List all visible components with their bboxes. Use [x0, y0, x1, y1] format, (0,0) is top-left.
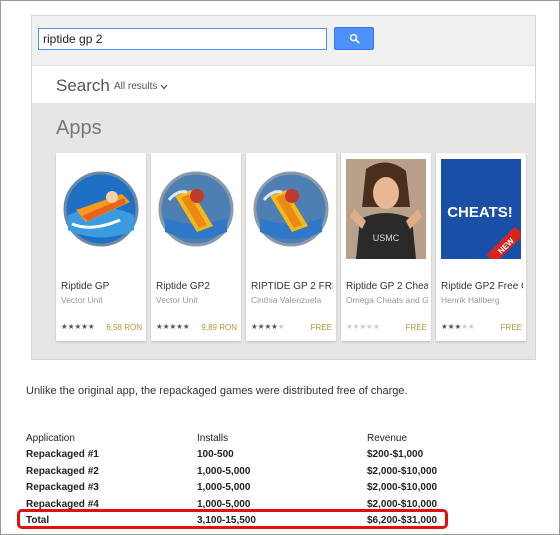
app-card-riptide-gp2-free-cheats[interactable]: CHEATS! NEW Riptide GP2 Free Cheats Henr…	[436, 153, 526, 341]
search-input[interactable]: riptide gp 2	[38, 28, 327, 50]
shirt-text: USMC	[373, 233, 400, 243]
table-cell: Repackaged #2	[26, 465, 99, 477]
app-card-riptide-gp2-cheats[interactable]: USMC Riptide GP 2 Cheats Omega Cheats an…	[341, 153, 431, 341]
table-cell: $2,000-$10,000	[367, 465, 438, 477]
app-icon-image	[61, 159, 141, 259]
apps-section: Apps Riptide GP Vector Unit ★★★★★ 6,58 R…	[32, 103, 535, 359]
all-results-dropdown[interactable]: All results	[114, 81, 168, 92]
app-icon-image	[156, 159, 236, 259]
app-price: 9,89 RON	[201, 323, 237, 332]
total-highlight-box	[17, 509, 448, 529]
rating-stars: ★★★★★	[61, 322, 95, 331]
table-cell: $200-$1,000	[367, 449, 424, 461]
app-name: Riptide GP 2 Cheats	[346, 281, 428, 292]
cheats-banner-text: CHEATS!	[447, 204, 513, 221]
play-store-screenshot: riptide gp 2 Search All results Apps Rip…	[31, 15, 536, 360]
app-name: RIPTIDE GP 2 FREE	[251, 281, 333, 292]
app-price: FREE	[310, 323, 332, 332]
app-name: Riptide GP2	[156, 281, 210, 292]
app-developer: Vector Unit	[61, 295, 103, 305]
app-card-riptide-gp2[interactable]: Riptide GP2 Vector Unit ★★★★★ 9,89 RON	[151, 153, 241, 341]
table-cell: Repackaged #3	[26, 482, 99, 494]
table-header-row: Application Installs Revenue	[26, 430, 457, 447]
search-bar: riptide gp 2	[32, 16, 535, 66]
app-card-riptide-gp[interactable]: Riptide GP Vector Unit ★★★★★ 6,58 RON	[56, 153, 146, 341]
column-header: Installs	[197, 432, 229, 444]
rating-stars: ★★★★★	[346, 322, 380, 331]
screenshot-frame: riptide gp 2 Search All results Apps Rip…	[0, 0, 560, 535]
app-icon-image: CHEATS! NEW	[441, 159, 521, 259]
search-button[interactable]	[334, 27, 374, 50]
table-cell: 100-500	[197, 449, 234, 461]
table-cell: Repackaged #1	[26, 449, 99, 461]
app-developer: Cinthia Valenzuela	[251, 295, 322, 305]
table-row: Repackaged #3 1,000-5,000 $2,000-$10,000	[26, 480, 457, 497]
app-price: FREE	[500, 323, 522, 332]
app-name: Riptide GP2 Free Cheats	[441, 281, 523, 292]
column-header: Application	[26, 432, 75, 444]
chevron-down-icon	[160, 84, 168, 89]
table-cell: 1,000-5,000	[197, 482, 251, 494]
app-developer: Henrik Hallberg	[441, 295, 500, 305]
table-cell: 1,000-5,000	[197, 465, 251, 477]
app-developer: Vector Unit	[156, 295, 198, 305]
app-price: 6,58 RON	[106, 323, 142, 332]
app-name: Riptide GP	[61, 281, 110, 292]
rating-stars: ★★★★★	[156, 322, 190, 331]
search-subnav: Search All results	[32, 67, 535, 103]
search-heading: Search	[56, 76, 110, 95]
table-row: Repackaged #1 100-500 $200-$1,000	[26, 447, 457, 464]
app-price: FREE	[405, 323, 427, 332]
apps-heading: Apps	[56, 117, 102, 139]
table-row: Repackaged #2 1,000-5,000 $2,000-$10,000	[26, 463, 457, 480]
column-header: Revenue	[367, 432, 408, 444]
app-icon-image: USMC	[346, 159, 426, 259]
article-caption: Unlike the original app, the repackaged …	[26, 385, 408, 397]
app-developer: Omega Cheats and Guides	[346, 295, 428, 305]
rating-stars: ★★★★★	[441, 322, 475, 331]
app-icon-image	[251, 159, 331, 259]
app-card-riptide-gp2-free[interactable]: RIPTIDE GP 2 FREE Cinthia Valenzuela ★★★…	[246, 153, 336, 341]
search-icon	[349, 33, 360, 44]
table-cell: $2,000-$10,000	[367, 482, 438, 494]
rating-stars: ★★★★★	[251, 322, 285, 331]
all-results-label: All results	[114, 81, 158, 92]
